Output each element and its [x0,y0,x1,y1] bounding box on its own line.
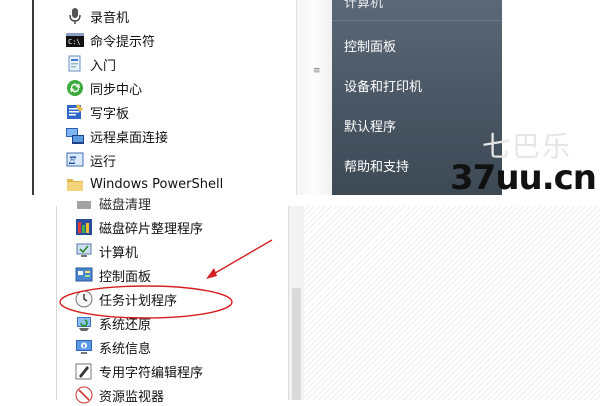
menu-item-label: 磁盘清理 [99,197,152,213]
menu-item-label: 同步中心 [90,82,143,98]
folder-icon [66,175,84,193]
clock-icon [75,290,93,308]
menu-item-label: 任务计划程序 [99,293,178,309]
menu-item-label: 系统信息 [99,341,152,357]
defrag-icon [75,218,93,236]
site-watermark: 37uu.cn [450,158,597,198]
system-tools-scrollbar[interactable] [288,206,305,400]
menu-item-label: 运行 [90,154,117,170]
menu-item-wordpad[interactable]: 写字板 [66,101,129,123]
getting-started-icon [66,55,84,73]
svg-text:C:\: C:\ [68,38,81,46]
menu-item-system-restore[interactable]: 系统还原 [75,312,151,334]
wordpad-icon [66,103,84,121]
right-item-computer-cutoff[interactable]: 计算机 [344,0,383,11]
menu-item-disk-defragmenter[interactable]: 磁盘碎片整理程序 [75,216,203,238]
right-item-help-support[interactable]: 帮助和支持 [344,156,409,175]
menu-item-label: 系统还原 [99,317,152,333]
command-prompt-icon: C:\ [66,31,84,49]
menu-item-label: 专用字符编辑程序 [99,365,204,381]
menu-item-disk-cleanup-cutoff[interactable]: 磁盘清理 [75,192,151,214]
menu-item-resource-monitor[interactable]: 资源监视器 [75,384,164,406]
menu-item-label: 入门 [90,58,117,74]
menu-item-sound-recorder[interactable]: 录音机 [66,5,129,27]
menu-item-label: 写字板 [90,106,130,122]
menu-item-control-panel[interactable]: 控制面板 [75,264,151,286]
system-restore-icon [75,314,93,332]
menu-item-remote-desktop[interactable]: 远程桌面连接 [66,125,168,147]
scrollbar-thumb[interactable] [292,288,301,400]
programs-scrollbar[interactable]: ≡ [296,0,333,195]
menu-item-getting-started[interactable]: 入门 [66,53,116,75]
right-item-control-panel[interactable]: 控制面板 [344,36,396,55]
menu-item-run[interactable]: Ξ 运行 [66,149,116,171]
svg-text:Ξ: Ξ [68,156,77,167]
menu-item-label: 控制面板 [99,269,152,285]
divider [332,20,502,21]
bottom-screenshot: 磁盘清理 磁盘碎片整理程序 计算机 控制面板 任务计划程序 系统还原 系统信息 … [0,198,600,405]
disk-cleanup-icon [75,194,93,212]
menu-item-label: 远程桌面连接 [90,130,169,146]
menu-item-label: Windows PowerShell [90,176,224,192]
computer-icon [75,242,93,260]
menu-item-command-prompt[interactable]: C:\ 命令提示符 [66,29,155,51]
menu-item-label: 磁盘碎片整理程序 [99,221,204,237]
right-item-default-programs[interactable]: 默认程序 [344,116,396,135]
menu-item-task-scheduler[interactable]: 任务计划程序 [75,288,177,310]
char-editor-icon [75,362,93,380]
system-info-icon [75,338,93,356]
control-panel-icon [75,266,93,284]
scroll-grip-icon: ≡ [313,66,320,76]
menu-item-label: 命令提示符 [90,34,156,50]
menu-item-sync-center[interactable]: 同步中心 [66,77,142,99]
menu-item-label: 资源监视器 [99,389,165,405]
menu-item-label: 录音机 [90,10,130,26]
right-item-devices-printers[interactable]: 设备和打印机 [344,76,422,95]
run-icon: Ξ [66,151,84,169]
microphone-icon [66,7,84,25]
menu-item-system-information[interactable]: 系统信息 [75,336,151,358]
menu-item-computer[interactable]: 计算机 [75,240,138,262]
menu-item-label: 计算机 [99,245,139,261]
resource-monitor-icon [75,386,93,404]
system-tools-list: 磁盘清理 磁盘碎片整理程序 计算机 控制面板 任务计划程序 系统还原 系统信息 … [56,198,289,405]
sync-center-icon [66,79,84,97]
background-pattern [304,206,600,400]
remote-desktop-icon [66,127,84,145]
menu-item-private-character-editor[interactable]: 专用字符编辑程序 [75,360,203,382]
programs-list: 录音机 C:\ 命令提示符 入门 同步中心 写字板 远程桌面连接 Ξ 运行 Wi… [34,0,296,195]
